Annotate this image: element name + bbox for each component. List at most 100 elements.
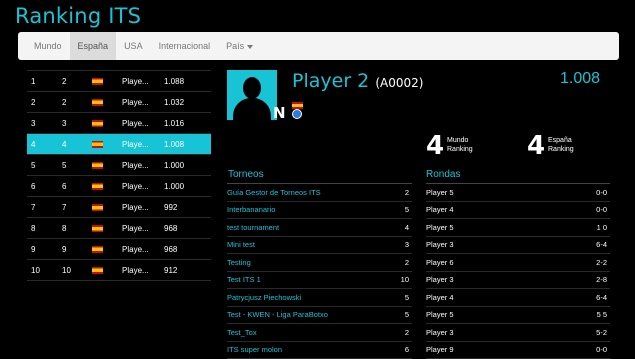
avatar-head-shape [243,77,261,99]
tab-usa[interactable]: USA [116,32,151,60]
tab-mundo[interactable]: Mundo [18,32,70,60]
ronda-row[interactable]: Player 90-0 [426,342,610,359]
torneo-row[interactable]: Test - KWEN - Liga ParaBotxo5 [227,307,412,325]
ranking-row[interactable]: 66Playe...1.000 [27,176,211,197]
rondas-heading: Rondas [426,169,460,180]
ranking-list: 12Playe...1.088 22Playe...1.032 33Playe.… [27,70,211,281]
ronda-row[interactable]: Player 62-2 [426,254,610,272]
tab-internacional[interactable]: Internacional [151,32,219,60]
world-rank: 4 [27,140,62,149]
player-name: Playe... [122,224,164,233]
player-name: Playe... [122,182,164,191]
ronda-score: 0-0 [567,345,610,354]
world-rank-number: 4 [426,134,444,158]
country-ranking-stat: 4 EspañaRanking [527,134,607,158]
ronda-score: 2-2 [567,258,610,267]
ranking-row[interactable]: 12Playe...1.088 [27,70,211,92]
country-rank: 4 [62,140,92,149]
spain-flag-icon [92,78,103,85]
opponent-name: Player 3 [426,275,567,284]
torneo-row[interactable]: Interbananario5 [227,202,412,220]
ronda-score: 6-4 [567,240,610,249]
ronda-row[interactable]: Player 35-2 [426,324,610,342]
ronda-row[interactable]: Player 46-4 [426,289,610,307]
spain-flag-icon [92,204,103,211]
ronda-row[interactable]: Player 40-0 [426,202,610,220]
country-rank: 2 [62,77,92,86]
torneo-row[interactable]: Testing2 [227,254,412,272]
torneo-row[interactable]: Test_Tox2 [227,324,412,342]
world-rank: 8 [27,224,62,233]
ranking-row[interactable]: 1010Playe...912 [27,260,211,281]
torneo-row[interactable]: test tournament4 [227,219,412,237]
opponent-name: Player 9 [426,345,567,354]
torneo-name[interactable]: test tournament [227,223,383,232]
world-rank-label: MundoRanking [447,136,473,154]
its-logo: N [273,104,284,122]
torneo-value: 2 [383,188,412,197]
country-rank: 8 [62,224,92,233]
torneo-value: 3 [383,240,412,249]
player-name: Playe... [122,245,164,254]
ranking-row[interactable]: 33Playe...1.016 [27,113,211,134]
torneo-name[interactable]: ITS super molon [227,345,383,354]
torneo-name[interactable]: Interbananario [227,205,383,214]
country-rank: 3 [62,119,92,128]
country-rank: 6 [62,182,92,191]
torneo-row[interactable]: Test ITS 110 [227,272,412,290]
globe-icon[interactable] [292,109,302,119]
player-name: Playe... [122,119,164,128]
ronda-score: 5 5 [567,310,610,319]
torneo-value: 10 [383,275,412,284]
torneo-name[interactable]: Test ITS 1 [227,275,383,284]
player-score-total: 1.008 [560,70,600,88]
opponent-name: Player 6 [426,258,567,267]
torneo-name[interactable]: Test - KWEN - Liga ParaBotxo [227,310,383,319]
opponent-name: Player 5 [426,188,567,197]
player-name: Playe... [122,98,164,107]
ronda-row[interactable]: Player 51 0 [426,219,610,237]
ronda-row[interactable]: Player 36-4 [426,237,610,255]
torneo-row[interactable]: Patrycjusz Piechowski5 [227,289,412,307]
ranking-row-selected[interactable]: 44Playe...1.008 [27,134,211,155]
torneo-row[interactable]: Mini test3 [227,237,412,255]
ranking-row[interactable]: 22Playe...1.032 [27,92,211,113]
opponent-name: Player 4 [426,293,567,302]
torneo-row[interactable]: Guía Gestor de Torneos ITS2 [227,183,412,202]
torneo-value: 4 [383,223,412,232]
avatar [227,70,277,120]
ronda-score: 0-0 [567,205,610,214]
ronda-row[interactable]: Player 32-8 [426,272,610,290]
ranking-row[interactable]: 88 Playe...968 [27,218,211,239]
ranking-row[interactable]: 99Playe...968 [27,239,211,260]
page-title: Ranking ITS [15,4,141,28]
spain-flag-icon [92,246,103,253]
player-name-heading: Player 2 [292,70,369,92]
torneo-value: 2 [383,258,412,267]
torneo-name[interactable]: Mini test [227,240,383,249]
player-score: 992 [164,203,204,212]
ranking-row[interactable]: 55Playe...1.000 [27,155,211,176]
tab-pais-dropdown[interactable]: País [218,32,261,60]
country-rank: 7 [62,203,92,212]
torneo-name[interactable]: Testing [227,258,383,267]
torneo-value: 5 [383,293,412,302]
opponent-name: Player 5 [426,223,567,232]
spain-flag-icon [92,99,103,106]
torneos-list: Guía Gestor de Torneos ITS2 Interbananar… [227,183,412,359]
world-rank: 6 [27,182,62,191]
country-rank-label-line1: España [548,137,572,144]
torneo-name[interactable]: Patrycjusz Piechowski [227,293,383,302]
ronda-score: 1 0 [567,223,610,232]
ronda-row[interactable]: Player 55 5 [426,307,610,325]
world-rank: 7 [27,203,62,212]
country-rank: 5 [62,161,92,170]
opponent-name: Player 5 [426,310,567,319]
player-score: 968 [164,224,204,233]
ronda-row[interactable]: Player 50-0 [426,183,610,202]
torneo-name[interactable]: Test_Tox [227,328,383,337]
torneo-row[interactable]: ITS super molon6 [227,342,412,359]
ranking-row[interactable]: 77Playe...992 [27,197,211,218]
tab-espana[interactable]: España [70,32,117,60]
torneo-name[interactable]: Guía Gestor de Torneos ITS [227,188,383,197]
